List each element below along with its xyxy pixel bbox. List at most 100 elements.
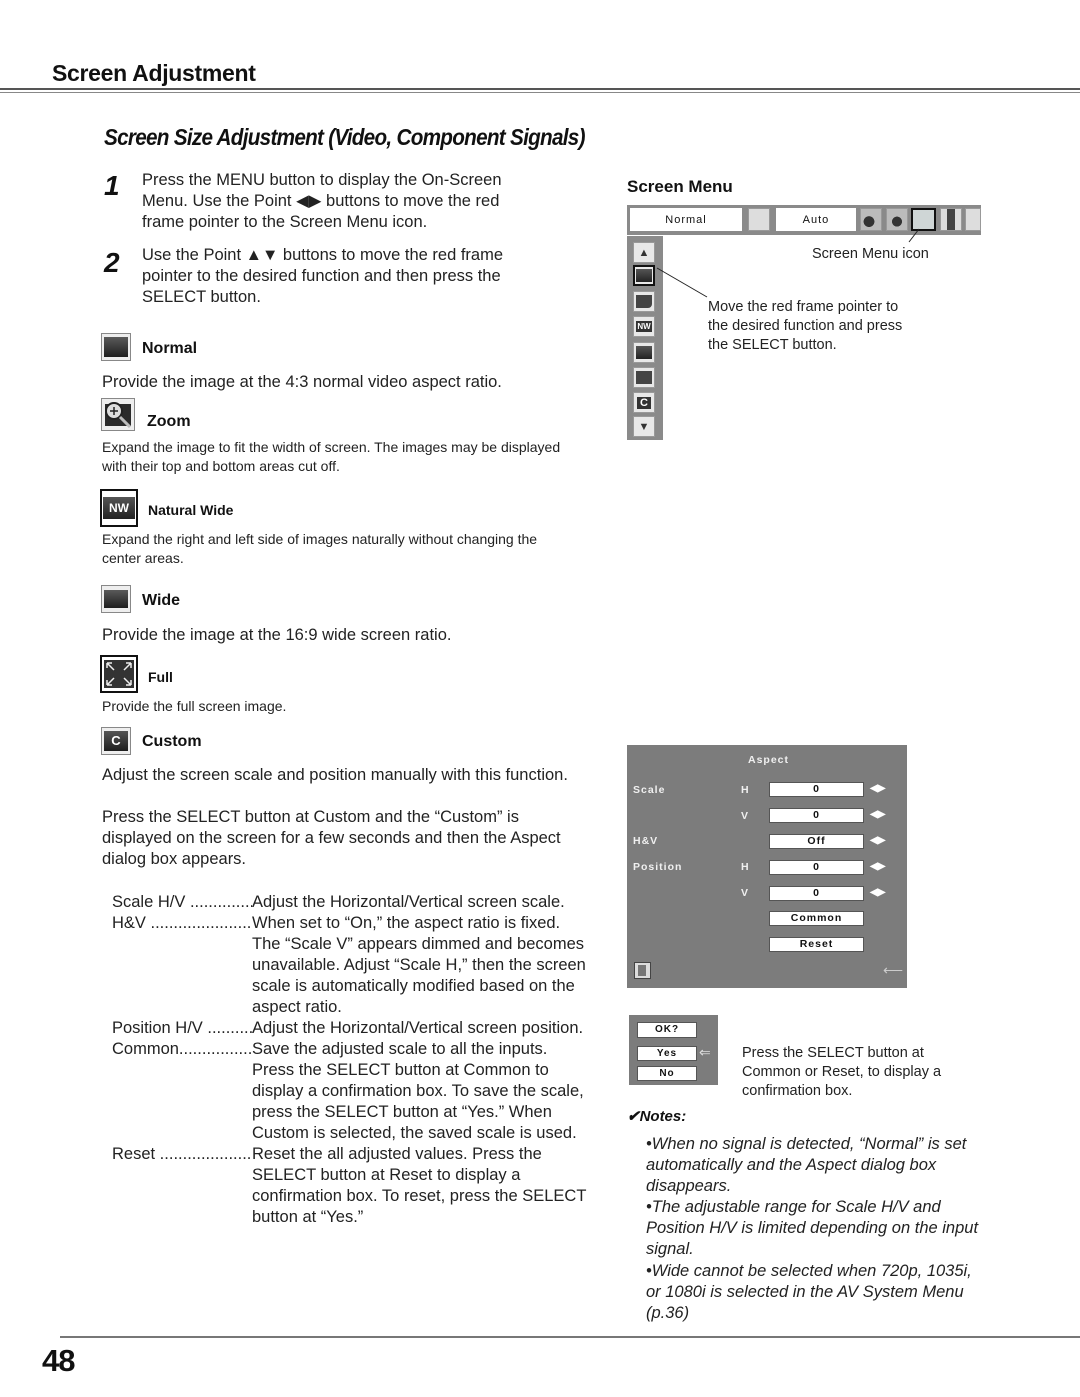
section-title: Screen Adjustment bbox=[52, 60, 256, 86]
confirmation-box: OK? Yes No ⇐ bbox=[629, 1015, 718, 1085]
item-desc-natural-wide: Expand the right and left side of images… bbox=[102, 531, 538, 566]
step-text-1: Press the MENU button to display the On-… bbox=[142, 171, 502, 231]
sidebar-item-natural-wide[interactable]: NW bbox=[633, 316, 655, 337]
definition-body: Reset the all adjusted values. Press the… bbox=[252, 1145, 587, 1226]
definition-term: Position H/V .......................... bbox=[112, 1019, 252, 1037]
no-button[interactable]: No bbox=[637, 1066, 697, 1081]
definition-term: H&V ....................................… bbox=[112, 914, 252, 932]
definition-body: Adjust the Horizontal/Vertical screen po… bbox=[252, 1019, 584, 1037]
sidebar-item-wide[interactable] bbox=[633, 342, 655, 363]
menu-bar: Normal Auto bbox=[627, 205, 981, 235]
definition-term: Reset ..................................… bbox=[112, 1145, 252, 1163]
normal-screen-icon bbox=[101, 333, 131, 361]
scale-v-label: V bbox=[741, 810, 750, 822]
full-screen-icon bbox=[100, 655, 138, 693]
item-label-zoom: Zoom bbox=[147, 413, 191, 430]
custom-icon: C bbox=[101, 727, 131, 755]
step-number-2: 2 bbox=[104, 247, 120, 278]
custom-glyph: C bbox=[104, 731, 128, 751]
item-desc-custom: Adjust the screen scale and position man… bbox=[102, 766, 568, 784]
note-item: •When no signal is detected, “Normal” is… bbox=[646, 1135, 967, 1195]
definition-row: Common.......................... Save th… bbox=[112, 1039, 602, 1144]
item-desc-wide: Provide the image at the 16:9 wide scree… bbox=[102, 626, 452, 644]
footer-rule bbox=[60, 1336, 1080, 1338]
position-label: Position bbox=[633, 861, 683, 873]
scale-v-field[interactable]: 0 bbox=[769, 808, 864, 823]
item-label-natural-wide: Natural Wide bbox=[148, 502, 234, 518]
scroll-up-icon[interactable]: ▲ bbox=[633, 242, 655, 263]
pointer-leader-line bbox=[656, 267, 708, 298]
exit-door-icon[interactable] bbox=[634, 962, 651, 979]
header-rule bbox=[0, 88, 1080, 90]
color-adjust-icon[interactable] bbox=[860, 208, 882, 231]
back-arrow-icon[interactable]: ⟵ bbox=[883, 962, 904, 979]
sidebar-item-normal[interactable] bbox=[633, 265, 655, 286]
definition-row: Position H/V .......................... … bbox=[112, 1018, 602, 1039]
item-desc-custom-2: Press the SELECT button at Custom and th… bbox=[102, 808, 561, 868]
definition-row: H&V ....................................… bbox=[112, 913, 602, 1018]
menu-bar-field-auto[interactable]: Auto bbox=[776, 208, 856, 231]
position-v-field[interactable]: 0 bbox=[769, 886, 864, 901]
page-subtitle: Screen Size Adjustment (Video, Component… bbox=[104, 124, 585, 150]
definition-term: Scale H/V .......................... bbox=[112, 893, 252, 911]
common-button[interactable]: Common bbox=[769, 911, 864, 926]
notes-title: ✔Notes: bbox=[627, 1108, 687, 1125]
confirm-callout: Press the SELECT button at Common or Res… bbox=[742, 1045, 942, 1099]
definition-list: Scale H/V .......................... Adj… bbox=[112, 892, 602, 1228]
scale-h-label: H bbox=[741, 784, 750, 796]
menu-bar-field-normal[interactable]: Normal bbox=[630, 208, 742, 231]
hv-arrows-icon[interactable]: ◀▶ bbox=[870, 835, 885, 846]
position-v-arrows-icon[interactable]: ◀▶ bbox=[870, 887, 885, 898]
scale-h-arrows-icon[interactable]: ◀▶ bbox=[870, 783, 885, 794]
confirm-title: OK? bbox=[637, 1022, 697, 1038]
hv-label: H&V bbox=[633, 835, 659, 847]
aspect-dialog-title: Aspect bbox=[748, 754, 790, 766]
page-number: 48 bbox=[42, 1343, 75, 1378]
item-desc-full: Provide the full screen image. bbox=[102, 698, 287, 714]
position-v-label: V bbox=[741, 887, 750, 899]
position-h-field[interactable]: 0 bbox=[769, 860, 864, 875]
definition-term: Common.......................... bbox=[112, 1040, 252, 1058]
sidebar-item-full[interactable] bbox=[633, 367, 655, 388]
natural-wide-glyph: NW bbox=[103, 497, 135, 519]
sidebar-item-custom[interactable]: C bbox=[633, 392, 655, 413]
screen-menu-icon-leader-line bbox=[908, 228, 920, 243]
scroll-down-icon[interactable]: ▼ bbox=[633, 416, 655, 437]
natural-wide-icon: NW bbox=[100, 489, 138, 527]
step-number-1: 1 bbox=[104, 170, 120, 201]
item-desc-normal: Provide the image at the 4:3 normal vide… bbox=[102, 373, 502, 391]
pointer-arrow-icon: ⇐ bbox=[699, 1044, 711, 1060]
screen-menu-icon-callout: Screen Menu icon bbox=[812, 246, 929, 262]
sound-icon[interactable] bbox=[940, 208, 962, 231]
definition-row: Reset ..................................… bbox=[112, 1144, 602, 1228]
definition-row: Scale H/V .......................... Adj… bbox=[112, 892, 602, 913]
yes-button[interactable]: Yes bbox=[637, 1046, 697, 1061]
setting-icon[interactable] bbox=[965, 208, 981, 231]
definition-body: Adjust the Horizontal/Vertical screen sc… bbox=[252, 893, 565, 911]
natural-wide-glyph: NW bbox=[636, 321, 652, 332]
hv-field[interactable]: Off bbox=[769, 834, 864, 849]
pointer-callout: Move the red frame pointer to the desire… bbox=[708, 299, 903, 353]
position-h-arrows-icon[interactable]: ◀▶ bbox=[870, 861, 885, 872]
zoom-icon bbox=[101, 398, 135, 431]
note-item: •The adjustable range for Scale H/V and … bbox=[646, 1198, 979, 1258]
note-item: •Wide cannot be selected when 720p, 1035… bbox=[646, 1262, 972, 1322]
sidebar-item-zoom[interactable] bbox=[633, 291, 655, 312]
scale-v-arrows-icon[interactable]: ◀▶ bbox=[870, 809, 885, 820]
definition-body: Save the adjusted scale to all the input… bbox=[252, 1040, 584, 1142]
aspect-dialog: Aspect Scale H 0 ◀▶ V 0 ◀▶ H&V Off ◀▶ Po… bbox=[627, 745, 907, 988]
item-label-full: Full bbox=[148, 669, 173, 685]
reset-button[interactable]: Reset bbox=[769, 937, 864, 952]
step-text-2: Use the Point ▲▼ buttons to move the red… bbox=[142, 246, 504, 306]
item-label-normal: Normal bbox=[142, 340, 198, 357]
scale-h-field[interactable]: 0 bbox=[769, 782, 864, 797]
header-rule-secondary bbox=[0, 92, 1080, 93]
wide-screen-icon bbox=[101, 585, 131, 613]
item-desc-zoom: Expand the image to fit the width of scr… bbox=[102, 439, 561, 474]
custom-glyph: C bbox=[637, 396, 651, 409]
position-h-label: H bbox=[741, 861, 750, 873]
item-label-wide: Wide bbox=[142, 592, 181, 609]
screen-menu-title: Screen Menu bbox=[627, 177, 733, 196]
input-icon[interactable] bbox=[748, 208, 770, 231]
item-label-custom: Custom bbox=[142, 733, 202, 750]
